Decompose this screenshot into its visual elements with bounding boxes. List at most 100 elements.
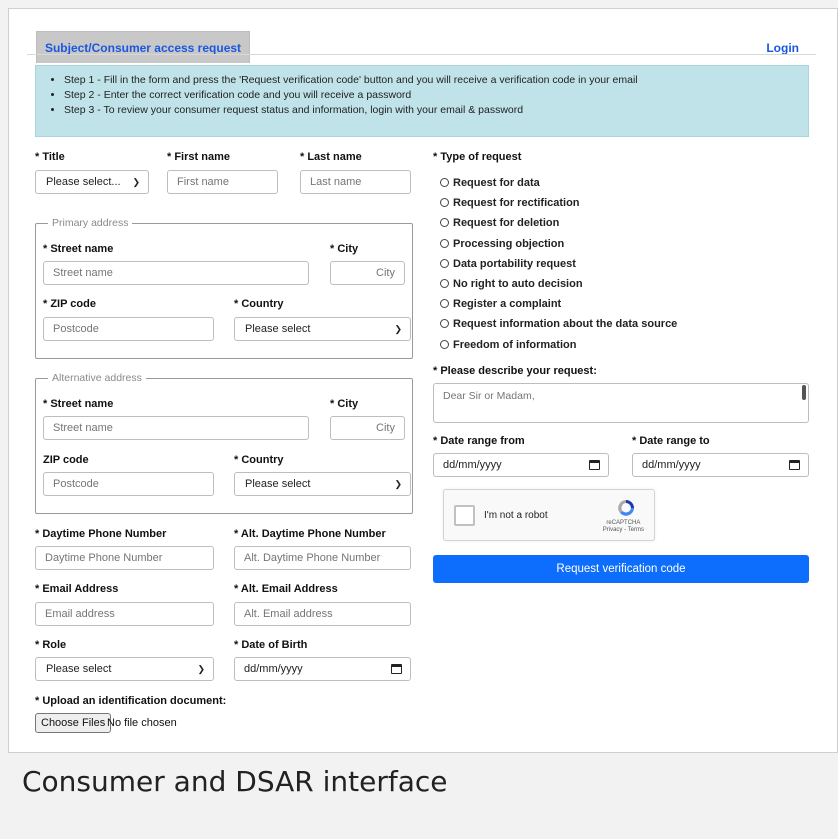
primary-street-label: * Street name bbox=[43, 243, 114, 255]
recaptcha-logo-icon bbox=[618, 500, 634, 516]
chevron-down-icon: ❯ bbox=[394, 479, 402, 489]
radio-label: Request for data bbox=[453, 177, 540, 189]
radio-complaint[interactable]: Register a complaint bbox=[440, 298, 561, 310]
radio-circle[interactable] bbox=[440, 218, 449, 227]
textarea-scrollbar[interactable] bbox=[802, 385, 806, 400]
radio-circle[interactable] bbox=[440, 299, 449, 308]
last-name-label: * Last name bbox=[300, 151, 362, 163]
recaptcha-text: I'm not a robot bbox=[484, 510, 548, 521]
primary-city-label: * City bbox=[330, 243, 359, 255]
radio-circle[interactable] bbox=[440, 178, 449, 187]
radio-label: Request for rectification bbox=[453, 197, 580, 209]
tab-access-request[interactable]: Subject/Consumer access request bbox=[36, 31, 250, 63]
alt-address-legend: Alternative address bbox=[48, 372, 146, 384]
alt-city-input[interactable] bbox=[330, 416, 405, 440]
radio-data-portability[interactable]: Data portability request bbox=[440, 258, 576, 270]
alt-street-label: * Street name bbox=[43, 398, 114, 410]
alt-zip-input[interactable] bbox=[43, 472, 214, 496]
first-name-input[interactable] bbox=[167, 170, 278, 194]
role-select[interactable]: Please select ❯ bbox=[35, 657, 214, 681]
radio-request-for-data[interactable]: Request for data bbox=[440, 177, 540, 189]
title-select[interactable]: Please select... ❯ bbox=[35, 170, 149, 194]
recaptcha-brand-name: reCAPTCHA bbox=[606, 520, 641, 526]
email-input[interactable] bbox=[35, 602, 214, 626]
radio-freedom-of-information[interactable]: Freedom of information bbox=[440, 339, 576, 351]
first-name-label: * First name bbox=[167, 151, 230, 163]
radio-processing-objection[interactable]: Processing objection bbox=[440, 238, 564, 250]
describe-label: * Please describe your request: bbox=[433, 365, 597, 377]
choose-files-button[interactable]: Choose Files bbox=[35, 713, 112, 733]
recaptcha-widget: I'm not a robot reCAPTCHA Privacy - Term… bbox=[443, 489, 655, 541]
dob-label: * Date of Birth bbox=[234, 639, 308, 651]
radio-label: Processing objection bbox=[453, 238, 565, 250]
email-label: * Email Address bbox=[35, 583, 119, 595]
primary-country-label: * Country bbox=[234, 298, 284, 310]
radio-label: Request for deletion bbox=[453, 217, 560, 229]
date-to-input[interactable]: dd/mm/yyyy bbox=[632, 453, 809, 477]
figure-caption: Consumer and DSAR interface bbox=[22, 765, 448, 798]
primary-zip-input[interactable] bbox=[43, 317, 214, 341]
file-status: No file chosen bbox=[107, 717, 177, 729]
primary-zip-label: * ZIP code bbox=[43, 298, 96, 310]
chevron-down-icon: ❯ bbox=[132, 177, 140, 187]
alt-email-input[interactable] bbox=[234, 602, 411, 626]
radio-label: No right to auto decision bbox=[453, 278, 583, 290]
radio-circle[interactable] bbox=[440, 198, 449, 207]
radio-circle[interactable] bbox=[440, 340, 449, 349]
step-2: Step 2 - Enter the correct verification … bbox=[64, 89, 808, 101]
upload-label: * Upload an identification document: bbox=[35, 695, 227, 707]
primary-address-legend: Primary address bbox=[48, 217, 133, 229]
alt-city-label: * City bbox=[330, 398, 359, 410]
alt-country-select[interactable]: Please select ❯ bbox=[234, 472, 411, 496]
recaptcha-links[interactable]: Privacy - Terms bbox=[603, 527, 644, 534]
radio-label: Freedom of information bbox=[453, 339, 577, 351]
radio-data-source-info[interactable]: Request information about the data sourc… bbox=[440, 318, 677, 330]
radio-label: Data portability request bbox=[453, 258, 576, 270]
date-to-value: dd/mm/yyyy bbox=[642, 459, 701, 471]
radio-circle[interactable] bbox=[440, 319, 449, 328]
date-from-input[interactable]: dd/mm/yyyy bbox=[433, 453, 609, 477]
radio-rectification[interactable]: Request for rectification bbox=[440, 197, 580, 209]
radio-label: Request information about the data sourc… bbox=[453, 318, 678, 330]
calendar-icon[interactable] bbox=[789, 460, 800, 470]
radio-deletion[interactable]: Request for deletion bbox=[440, 217, 559, 229]
calendar-icon[interactable] bbox=[589, 460, 600, 470]
dob-value: dd/mm/yyyy bbox=[244, 663, 303, 675]
login-link[interactable]: Login bbox=[766, 41, 799, 55]
radio-circle[interactable] bbox=[440, 259, 449, 268]
recaptcha-brand: reCAPTCHA Privacy - Terms bbox=[603, 520, 644, 534]
phone-input[interactable] bbox=[35, 546, 214, 570]
primary-country-select[interactable]: Please select ❯ bbox=[234, 317, 411, 341]
title-label: * Title bbox=[35, 151, 65, 163]
request-verification-button[interactable]: Request verification code bbox=[433, 555, 809, 583]
instructions-box: Step 1 - Fill in the form and press the … bbox=[35, 65, 809, 137]
date-to-label: * Date range to bbox=[632, 435, 710, 447]
primary-country-value: Please select bbox=[245, 323, 311, 335]
radio-circle[interactable] bbox=[440, 279, 449, 288]
title-select-value: Please select... bbox=[46, 176, 121, 188]
dob-input[interactable]: dd/mm/yyyy bbox=[234, 657, 411, 681]
radio-circle[interactable] bbox=[440, 239, 449, 248]
calendar-icon[interactable] bbox=[391, 664, 402, 674]
alt-country-label: * Country bbox=[234, 454, 284, 466]
last-name-input[interactable] bbox=[300, 170, 411, 194]
date-from-label: * Date range from bbox=[433, 435, 525, 447]
phone-label: * Daytime Phone Number bbox=[35, 528, 167, 540]
step-1: Step 1 - Fill in the form and press the … bbox=[64, 74, 808, 86]
alt-street-input[interactable] bbox=[43, 416, 309, 440]
chevron-down-icon: ❯ bbox=[197, 664, 205, 674]
role-select-value: Please select bbox=[46, 663, 112, 675]
primary-street-input[interactable] bbox=[43, 261, 309, 285]
radio-no-auto-decision[interactable]: No right to auto decision bbox=[440, 278, 583, 290]
alt-phone-input[interactable] bbox=[234, 546, 411, 570]
alt-zip-label: ZIP code bbox=[43, 454, 89, 466]
date-from-value: dd/mm/yyyy bbox=[443, 459, 502, 471]
describe-textarea[interactable] bbox=[433, 383, 809, 423]
chevron-down-icon: ❯ bbox=[394, 324, 402, 334]
tab-divider bbox=[27, 54, 816, 55]
primary-city-input[interactable] bbox=[330, 261, 405, 285]
alt-phone-label: * Alt. Daytime Phone Number bbox=[234, 528, 386, 540]
radio-label: Register a complaint bbox=[453, 298, 562, 310]
recaptcha-checkbox[interactable] bbox=[454, 505, 475, 526]
request-type-label: * Type of request bbox=[433, 151, 522, 163]
